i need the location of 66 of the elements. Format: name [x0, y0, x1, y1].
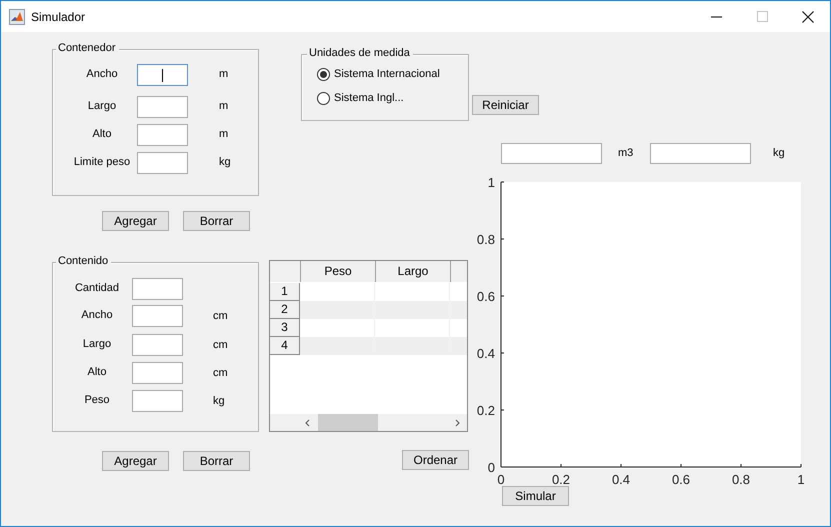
input-field[interactable]	[132, 278, 183, 300]
field-label: Ancho	[80, 308, 114, 322]
tick-label: 0.6	[672, 472, 690, 487]
add-button[interactable]: Agregar	[102, 211, 169, 231]
input-field[interactable]	[132, 305, 183, 327]
field-label: Alto	[86, 365, 108, 379]
scroll-left-icon[interactable]	[304, 418, 312, 426]
row-header[interactable]: 1	[270, 283, 300, 301]
radio-option[interactable]: Sistema Ingl...	[317, 91, 404, 105]
tick-label: 0	[488, 460, 495, 475]
column-header[interactable]: Largo	[376, 261, 451, 282]
input-field[interactable]	[137, 64, 188, 86]
unit-label: m	[219, 128, 228, 141]
field-label: Ancho	[85, 67, 119, 81]
input-field[interactable]	[132, 362, 183, 384]
row-header[interactable]: 3	[270, 319, 300, 337]
tick-label: 0.4	[476, 346, 495, 361]
window-title: Simulador	[31, 10, 86, 24]
maximize-icon[interactable]	[757, 11, 768, 22]
tick-label: 0.2	[476, 403, 495, 418]
tick-label: 0.2	[552, 472, 570, 487]
tick-label: 0	[497, 472, 505, 487]
horizontal-scrollbar[interactable]	[270, 414, 467, 431]
field-label: Limite peso	[72, 155, 132, 169]
tick-label: 0.6	[476, 289, 495, 304]
delete-button[interactable]: Borrar	[183, 211, 250, 231]
row-header[interactable]: 2	[270, 301, 300, 319]
input-field[interactable]	[132, 334, 183, 356]
unit-label: m	[219, 100, 228, 113]
radio-button[interactable]	[317, 68, 330, 80]
input-field[interactable]	[137, 124, 188, 146]
radio-option[interactable]: Sistema Internacional	[317, 67, 440, 81]
unit-label: m3	[618, 147, 634, 160]
unit-label: kg	[773, 147, 785, 160]
add-button[interactable]: Agregar	[102, 451, 169, 471]
field-label: Peso	[83, 393, 111, 407]
unit-label: cm	[213, 310, 228, 323]
radio-button[interactable]	[317, 92, 330, 104]
scroll-right-icon[interactable]	[453, 418, 461, 426]
sort-button[interactable]: Ordenar	[402, 450, 469, 470]
app-icon	[9, 8, 25, 24]
input-field[interactable]	[137, 152, 188, 174]
tick-label: 0.4	[612, 472, 630, 487]
close-icon[interactable]	[802, 10, 814, 22]
tick-label: 1	[797, 472, 805, 487]
unit-label: m	[219, 68, 228, 81]
column-header[interactable]: Peso	[301, 261, 376, 282]
field-label: Largo	[86, 99, 118, 113]
unit-label: kg	[213, 395, 225, 408]
tick-label: 1	[488, 176, 495, 190]
tick-label: 0.8	[476, 232, 495, 247]
input-field[interactable]	[137, 96, 188, 118]
tick-label: 0.8	[732, 472, 750, 487]
row-header[interactable]: 4	[270, 337, 300, 355]
field-label: Cantidad	[74, 281, 120, 295]
field-label: Largo	[82, 337, 112, 351]
unit-label: cm	[213, 339, 228, 352]
input-field[interactable]	[132, 390, 183, 412]
unit-label: kg	[219, 156, 231, 169]
unit-label: cm	[213, 367, 228, 380]
delete-button[interactable]: Borrar	[183, 451, 250, 471]
output-field[interactable]	[501, 143, 602, 164]
simulate-button[interactable]: Simular	[502, 486, 569, 506]
reset-button[interactable]: Reiniciar	[472, 95, 539, 115]
field-label: Alto	[92, 127, 112, 141]
output-field[interactable]	[650, 143, 751, 164]
